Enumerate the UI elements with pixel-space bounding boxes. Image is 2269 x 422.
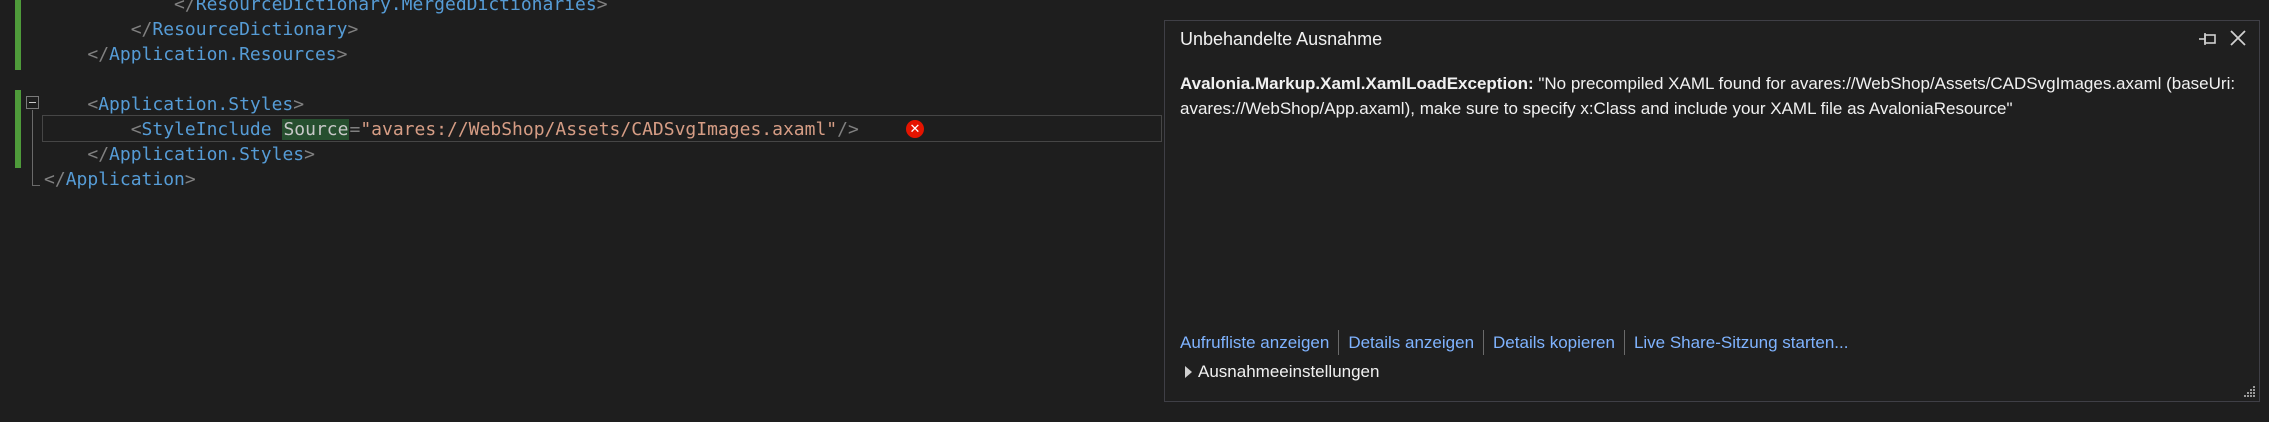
collapse-toggle[interactable] xyxy=(26,96,39,109)
live-share-link[interactable]: Live Share-Sitzung starten... xyxy=(1634,333,1849,353)
code-token: Application.Resources xyxy=(109,44,337,65)
code-token: Application xyxy=(65,169,185,190)
code-line[interactable]: </ResourceDictionary> xyxy=(44,17,359,42)
code-line[interactable]: </Application> xyxy=(44,167,196,192)
code-line[interactable]: </Application.Styles> xyxy=(44,142,315,167)
code-token: </ xyxy=(87,44,110,65)
code-token: > xyxy=(336,44,348,65)
code-token: ResourceDictionary.MergedDictionaries xyxy=(195,0,597,15)
change-indicator xyxy=(15,0,21,70)
code-line[interactable]: <StyleInclude Source="avares://WebShop/A… xyxy=(44,117,859,142)
expand-triangle-icon xyxy=(1185,366,1192,378)
code-token: "avares://WebShop/Assets/CADSvgImages.ax… xyxy=(360,119,838,140)
show-details-link[interactable]: Details anzeigen xyxy=(1348,333,1474,353)
code-token: Application.Styles xyxy=(98,94,294,115)
link-separator xyxy=(1483,330,1485,355)
code-token: = xyxy=(349,119,361,140)
code-token: < xyxy=(87,94,99,115)
code-token: > xyxy=(184,169,196,190)
link-separator xyxy=(1338,330,1340,355)
fold-guide-end xyxy=(32,185,40,186)
code-line[interactable]: </Application.Resources> xyxy=(44,42,347,67)
code-line[interactable]: <Application.Styles> xyxy=(44,92,304,117)
code-token: </ xyxy=(130,19,153,40)
resize-grip-icon[interactable] xyxy=(2242,384,2256,398)
close-icon[interactable] xyxy=(2227,27,2249,49)
change-indicator xyxy=(15,90,21,168)
code-token: < xyxy=(130,119,142,140)
code-token: > xyxy=(293,94,305,115)
exception-type: Avalonia.Markup.Xaml.XamlLoadException: xyxy=(1180,74,1534,93)
code-token: StyleInclude xyxy=(141,119,272,140)
exception-popup: Unbehandelte Ausnahme Avalonia.Markup.Xa… xyxy=(1164,20,2260,402)
code-token: ResourceDictionary xyxy=(152,19,348,40)
copy-details-link[interactable]: Details kopieren xyxy=(1493,333,1615,353)
code-token: > xyxy=(596,0,608,15)
code-token: </ xyxy=(87,144,110,165)
code-token: </ xyxy=(44,169,66,190)
popup-title: Unbehandelte Ausnahme xyxy=(1180,29,1383,49)
exception-settings-expander[interactable]: Ausnahmeeinstellungen xyxy=(1180,362,1379,382)
exception-settings-label: Ausnahmeeinstellungen xyxy=(1198,362,1380,381)
pin-icon[interactable] xyxy=(2197,29,2219,51)
code-token: </ xyxy=(174,0,196,15)
fold-guide xyxy=(32,110,33,185)
code-token: /> xyxy=(837,119,859,140)
code-token: Application.Styles xyxy=(109,144,305,165)
code-token: > xyxy=(304,144,315,165)
error-x-icon[interactable]: ✕ xyxy=(906,120,924,138)
link-separator xyxy=(1623,330,1625,355)
action-links: Aufrufliste anzeigen Details anzeigen De… xyxy=(1180,330,1848,355)
show-call-stack-link[interactable]: Aufrufliste anzeigen xyxy=(1180,333,1329,353)
code-token: > xyxy=(347,19,359,40)
code-token: Source xyxy=(282,119,350,140)
exception-message: Avalonia.Markup.Xaml.XamlLoadException: … xyxy=(1180,71,2250,121)
code-line[interactable]: </ResourceDictionary.MergedDictionaries> xyxy=(44,0,608,17)
